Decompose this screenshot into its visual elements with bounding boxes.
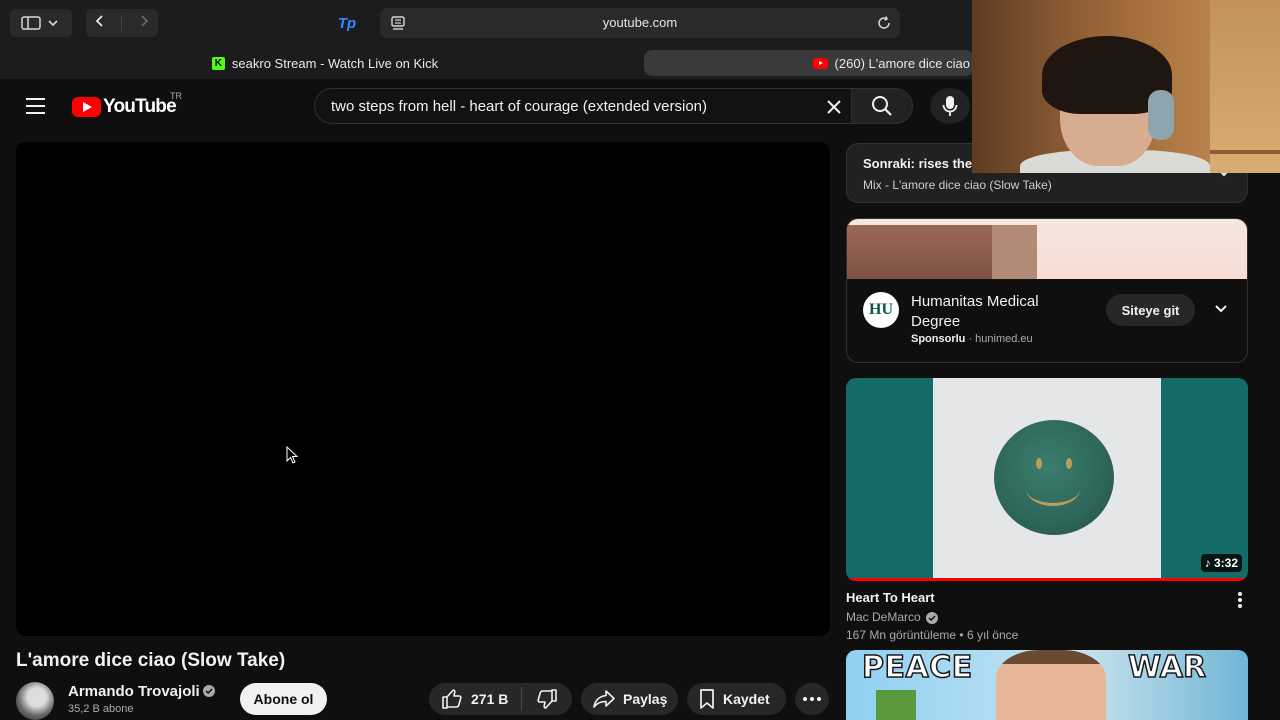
subscribe-button[interactable]: Abone ol <box>240 683 327 715</box>
duration-badge: ♪ 3:32 <box>1200 554 1242 572</box>
youtube-play-icon <box>72 97 101 117</box>
search-input[interactable]: two steps from hell - heart of courage (… <box>314 88 851 124</box>
subscriber-count: 35,2 B abone <box>68 703 134 715</box>
thumbs-up-icon <box>442 689 462 709</box>
person-face-image <box>996 650 1106 720</box>
chevron-down-icon[interactable] <box>1214 304 1228 314</box>
smiley-face-image <box>994 420 1114 535</box>
watch-progress-bar <box>846 578 1248 581</box>
recommended-video-stats: 167 Mn görüntüleme • 6 yıl önce <box>846 628 1019 642</box>
recommended-video-thumbnail[interactable]: PEACE WAR <box>846 650 1248 720</box>
sidebar-toggle-button[interactable] <box>10 9 72 37</box>
ad-meta: Sponsorlu · hunimed.eu <box>911 333 1033 345</box>
nav-divider <box>121 15 123 31</box>
sponsored-ad-card[interactable]: HU Humanitas Medical Degree Sponsorlu · … <box>846 218 1248 363</box>
ad-banner-image <box>847 219 1247 279</box>
region-code: TR <box>170 91 182 101</box>
like-button[interactable]: 271 B <box>429 683 521 715</box>
search-query: two steps from hell - heart of courage (… <box>331 98 708 115</box>
tab-kick-stream[interactable]: K seakro Stream - Watch Live on Kick <box>10 50 640 76</box>
shelf-edge <box>1210 150 1280 154</box>
reload-icon[interactable] <box>876 15 892 31</box>
more-vertical-icon[interactable] <box>1234 591 1246 609</box>
like-dislike-group: 271 B <box>429 683 572 715</box>
thumbnail-text-right: WAR <box>1127 650 1207 686</box>
channel-name[interactable]: Armando Trovajoli <box>68 683 200 700</box>
kick-icon: K <box>211 56 225 70</box>
navigation-buttons <box>86 9 158 37</box>
share-button[interactable]: Paylaş <box>581 683 678 715</box>
more-actions-button[interactable] <box>795 683 829 715</box>
address-url: youtube.com <box>602 15 678 30</box>
shelf-image <box>1210 0 1280 173</box>
sidebar-icon <box>21 16 58 30</box>
chevron-left-icon <box>95 14 103 27</box>
search-icon <box>872 96 892 116</box>
chevron-right-icon <box>141 14 149 27</box>
channel-avatar[interactable] <box>16 682 54 720</box>
video-title: L'amore dice ciao (Slow Take) <box>16 650 286 671</box>
logo-wordmark: YouTube <box>103 96 177 117</box>
address-bar[interactable]: youtube.com <box>380 8 900 38</box>
dislike-button[interactable] <box>522 683 572 715</box>
thumbnail-text-left: PEACE <box>861 650 973 686</box>
tab-label: seakro Stream - Watch Live on Kick <box>231 55 439 71</box>
search-button[interactable] <box>851 88 913 124</box>
tab-label: (260) L'amore dice ciao <box>834 55 970 71</box>
building-image <box>847 225 1037 279</box>
save-label: Kaydet <box>723 691 770 707</box>
ad-domain: hunimed.eu <box>975 333 1033 345</box>
visit-site-button[interactable]: Siteye git <box>1106 294 1195 326</box>
verified-icon <box>926 612 938 624</box>
share-icon <box>593 690 615 708</box>
voice-search-button[interactable] <box>930 88 970 124</box>
save-button[interactable]: Kaydet <box>687 683 786 715</box>
like-count: 271 B <box>471 691 509 707</box>
verified-icon <box>203 685 215 697</box>
headphones-icon <box>1148 90 1174 140</box>
youtube-logo[interactable]: YouTube <box>72 96 177 118</box>
close-icon[interactable] <box>825 98 843 116</box>
video-player[interactable] <box>16 142 830 636</box>
thumbnail-background <box>933 378 1161 578</box>
back-button[interactable] <box>93 14 107 33</box>
bookmark-icon <box>700 689 714 709</box>
mouse-cursor-icon <box>286 446 298 464</box>
translator-extension-button[interactable]: Tp <box>332 9 362 37</box>
recommended-video-title[interactable]: Heart To Heart <box>846 590 935 605</box>
microphone-icon <box>942 96 958 116</box>
recommended-channel-name[interactable]: Mac DeMarco <box>846 610 921 624</box>
ad-title: Humanitas Medical Degree <box>911 293 1039 330</box>
webcam-overlay <box>972 0 1280 173</box>
minecraft-creeper-image <box>876 690 916 720</box>
share-label: Paylaş <box>623 691 668 707</box>
forward-button[interactable] <box>137 14 151 33</box>
thumbs-down-icon <box>537 689 557 709</box>
sponsored-label: Sponsorlu <box>911 333 966 345</box>
recommended-video-thumbnail[interactable]: ♪ 3:32 <box>846 378 1248 581</box>
advertiser-logo: HU <box>863 292 899 328</box>
more-horizontal-icon <box>803 697 821 701</box>
menu-icon[interactable] <box>26 98 46 114</box>
up-next-title: Sonraki: rises the <box>863 156 973 171</box>
tab-youtube[interactable]: (260) L'amore dice ciao <box>644 50 974 76</box>
up-next-subtitle: Mix - L'amore dice ciao (Slow Take) <box>863 178 1052 192</box>
youtube-icon <box>812 57 828 69</box>
extension-label: Tp <box>337 14 357 32</box>
